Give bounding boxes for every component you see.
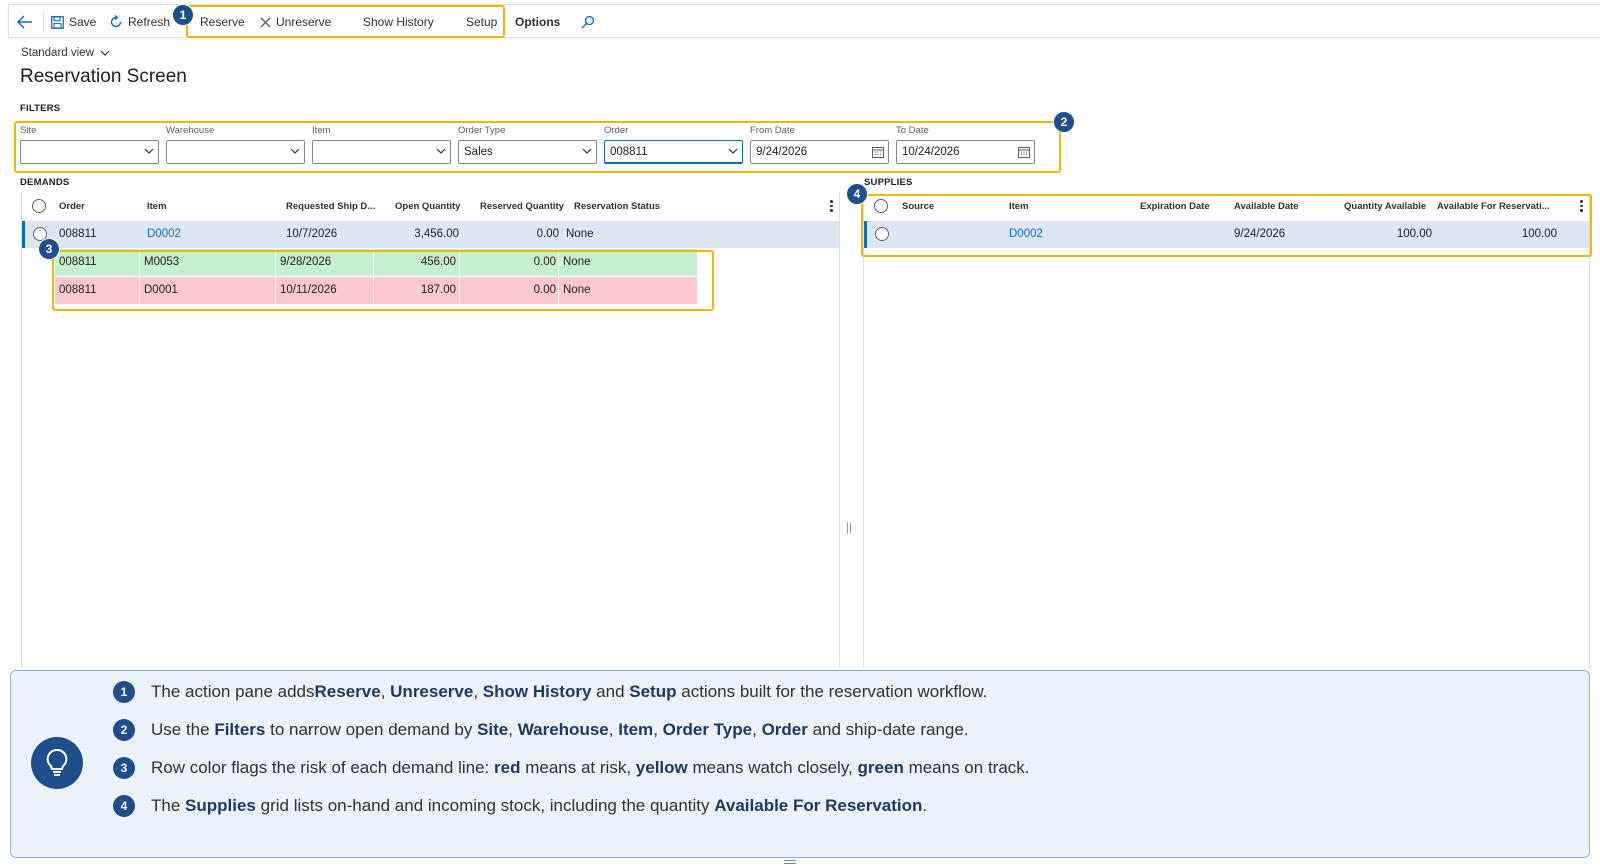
col-reservation-status[interactable]: Reservation Status: [574, 201, 660, 212]
callout-badge-3: 3: [38, 238, 60, 260]
demands-section-label: DEMANDS: [20, 177, 70, 188]
pane-splitter[interactable]: [847, 522, 851, 534]
cell-item-link[interactable]: D0002: [147, 228, 181, 240]
search-icon: [581, 15, 595, 29]
view-selector[interactable]: Standard view: [21, 47, 110, 59]
supplies-section-label: SUPPLIES: [864, 177, 913, 188]
cell-ship-date: 10/7/2026: [286, 228, 338, 240]
tip-badge: 1: [113, 681, 135, 703]
tip-2: 2 Use the Filters to narrow open demand …: [113, 719, 969, 741]
col-item[interactable]: Item: [147, 201, 167, 212]
view-label: Standard view: [21, 47, 94, 59]
col-open-quantity[interactable]: Open Quantity: [395, 201, 460, 212]
back-button[interactable]: [17, 5, 38, 39]
options-tab[interactable]: Options: [515, 5, 560, 39]
tip-3: 3 Row color flags the risk of each deman…: [113, 757, 1030, 779]
callout-badge-4: 4: [846, 183, 868, 205]
refresh-button[interactable]: Refresh: [109, 5, 170, 39]
tip-badge: 4: [113, 795, 135, 817]
back-arrow-icon: [17, 15, 33, 29]
cell-status: None: [566, 228, 594, 240]
save-label: Save: [69, 15, 97, 29]
col-order[interactable]: Order: [59, 201, 85, 212]
cell-open-qty: 3,456.00: [414, 228, 459, 240]
save-icon: [51, 15, 64, 29]
callout-badge-2: 2: [1053, 111, 1075, 133]
save-button[interactable]: Save: [51, 5, 96, 39]
tips-panel: 1 The action pane adds Reserve, Unreserv…: [10, 670, 1590, 858]
refresh-icon: [109, 15, 123, 29]
select-all-radio[interactable]: [32, 199, 46, 213]
tip-badge: 2: [113, 719, 135, 741]
tip-1: 1 The action pane adds Reserve, Unreserv…: [113, 681, 987, 703]
options-label: Options: [515, 15, 561, 29]
lightbulb-icon: [31, 737, 83, 789]
cell-reserved-qty: 0.00: [536, 228, 559, 240]
highlight-action-pane: [186, 5, 505, 38]
filters-section-label: FILTERS: [20, 103, 61, 114]
more-options-icon[interactable]: [830, 200, 833, 214]
table-row[interactable]: 008811 D0002 10/7/2026 3,456.00 0.00 Non…: [22, 221, 839, 248]
page-title: Reservation Screen: [20, 66, 187, 87]
highlight-filters: [14, 121, 1061, 173]
resize-handle[interactable]: [784, 860, 796, 864]
cell-order: 008811: [59, 228, 97, 240]
chevron-down-icon: [100, 47, 110, 59]
tip-badge: 3: [113, 757, 135, 779]
highlight-risk-rows: [52, 250, 714, 311]
tip-4: 4 The Supplies grid lists on-hand and in…: [113, 795, 927, 817]
search-button[interactable]: [581, 5, 600, 39]
callout-badge-1: 1: [172, 4, 194, 26]
supplies-grid: Source Item Expiration Date Available Da…: [863, 192, 1590, 668]
demands-header: Order Item Requested Ship D... Open Quan…: [22, 192, 839, 220]
col-reserved-quantity[interactable]: Reserved Quantity: [480, 201, 564, 212]
col-requested-ship-date[interactable]: Requested Ship D...: [286, 201, 375, 212]
highlight-supplies: [861, 194, 1592, 257]
refresh-label: Refresh: [128, 15, 171, 29]
divider: [43, 11, 44, 33]
